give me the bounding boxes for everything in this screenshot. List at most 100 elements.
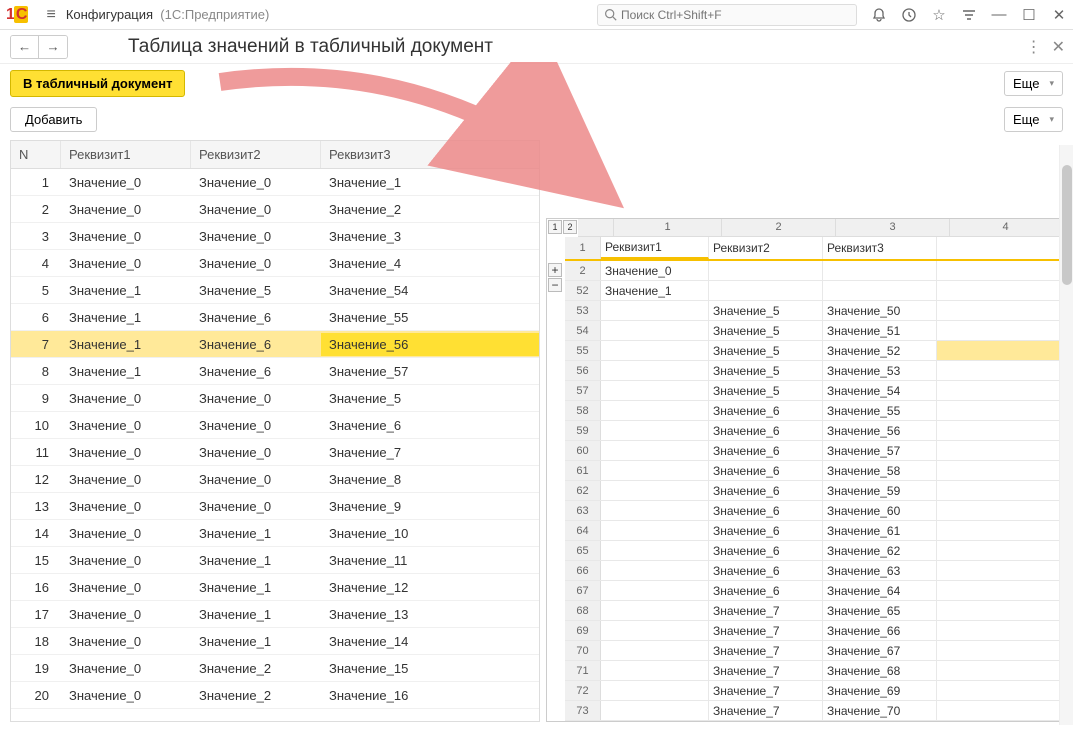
outline-level-1[interactable]: 1 [548, 220, 562, 234]
row-num[interactable]: 67 [565, 581, 601, 600]
cell[interactable]: Значение_68 [823, 661, 937, 680]
row-num[interactable]: 72 [565, 681, 601, 700]
nav-forward-button[interactable]: → [39, 36, 67, 58]
cell[interactable] [937, 361, 1062, 380]
star-icon[interactable]: ☆ [931, 7, 947, 23]
spreadsheet-row[interactable]: 61Значение_6Значение_58 [565, 461, 1062, 481]
table-row[interactable]: 1Значение_0Значение_0Значение_1 [11, 169, 539, 196]
table-row[interactable]: 3Значение_0Значение_0Значение_3 [11, 223, 539, 250]
collapse-icon[interactable]: − [548, 278, 562, 292]
more-button-1[interactable]: Еще [1004, 71, 1063, 96]
cell[interactable]: Значение_7 [709, 701, 823, 720]
vertical-scrollbar[interactable] [1059, 145, 1073, 725]
spreadsheet-row[interactable]: 64Значение_6Значение_61 [565, 521, 1062, 541]
spreadsheet-row[interactable]: 62Значение_6Значение_59 [565, 481, 1062, 501]
cell[interactable] [601, 601, 709, 620]
col-r1[interactable]: Реквизит1 [61, 141, 191, 168]
cell[interactable] [601, 361, 709, 380]
row-num[interactable]: 71 [565, 661, 601, 680]
cell[interactable] [937, 321, 1062, 340]
cell[interactable] [937, 237, 1062, 259]
row-num[interactable]: 54 [565, 321, 601, 340]
cell[interactable]: Значение_56 [823, 421, 937, 440]
col-head-2[interactable]: 2 [722, 219, 836, 237]
spreadsheet-row[interactable]: 67Значение_6Значение_64 [565, 581, 1062, 601]
close-page-icon[interactable]: ✕ [1052, 37, 1065, 57]
cell[interactable] [937, 661, 1062, 680]
spreadsheet-row[interactable]: 57Значение_5Значение_54 [565, 381, 1062, 401]
cell[interactable]: Значение_53 [823, 361, 937, 380]
cell[interactable] [937, 561, 1062, 580]
cell[interactable] [601, 541, 709, 560]
cell[interactable]: Значение_6 [709, 501, 823, 520]
row-num[interactable]: 58 [565, 401, 601, 420]
cell[interactable] [937, 461, 1062, 480]
table-row[interactable]: 19Значение_0Значение_2Значение_15 [11, 655, 539, 682]
minimize-icon[interactable]: — [991, 7, 1007, 23]
nav-back-button[interactable]: ← [11, 36, 39, 58]
spreadsheet-row[interactable]: 72 Значение_7Значение_69 [565, 681, 1062, 701]
cell[interactable]: Значение_70 [823, 701, 937, 720]
col-head-3[interactable]: 3 [836, 219, 950, 237]
cell[interactable] [601, 661, 709, 680]
cell[interactable] [601, 561, 709, 580]
cell[interactable] [601, 481, 709, 500]
cell[interactable]: Реквизит2 [709, 237, 823, 259]
cell[interactable] [937, 641, 1062, 660]
cell[interactable] [601, 681, 709, 700]
bell-icon[interactable] [871, 7, 887, 23]
cell[interactable]: Значение_7 [709, 681, 823, 700]
cell[interactable] [601, 701, 709, 720]
row-num[interactable]: 55 [565, 341, 601, 360]
cell[interactable]: Значение_65 [823, 601, 937, 620]
row-num[interactable]: 70 [565, 641, 601, 660]
cell[interactable] [823, 281, 937, 300]
table-row[interactable]: 4Значение_0Значение_0Значение_4 [11, 250, 539, 277]
table-row[interactable]: 17Значение_0Значение_1Значение_13 [11, 601, 539, 628]
row-num[interactable]: 53 [565, 301, 601, 320]
cell[interactable] [601, 461, 709, 480]
kebab-icon[interactable]: ⋮ [1026, 37, 1042, 57]
table-row[interactable]: 18Значение_0Значение_1Значение_14 [11, 628, 539, 655]
search-box[interactable] [597, 4, 857, 26]
cell[interactable]: Значение_50 [823, 301, 937, 320]
close-window-icon[interactable]: ✕ [1051, 7, 1067, 23]
spreadsheet-row[interactable]: 60Значение_6Значение_57 [565, 441, 1062, 461]
table-row[interactable]: 14Значение_0Значение_1Значение_10 [11, 520, 539, 547]
cell[interactable] [937, 381, 1062, 400]
cell[interactable] [601, 421, 709, 440]
table-row[interactable]: 6Значение_1Значение_6Значение_55 [11, 304, 539, 331]
spreadsheet-row[interactable]: 59Значение_6Значение_56 [565, 421, 1062, 441]
spreadsheet-row[interactable]: 58Значение_6Значение_55 [565, 401, 1062, 421]
spreadsheet-row[interactable]: 55Значение_5Значение_52 [565, 341, 1062, 361]
table-row[interactable]: 5Значение_1Значение_5Значение_54 [11, 277, 539, 304]
cell[interactable]: Значение_51 [823, 321, 937, 340]
cell[interactable] [601, 341, 709, 360]
cell[interactable] [601, 521, 709, 540]
cell[interactable]: Реквизит1 [601, 237, 709, 259]
spreadsheet-row[interactable]: 56Значение_5Значение_53 [565, 361, 1062, 381]
spreadsheet-header-row[interactable]: 1Реквизит1Реквизит2Реквизит3 [565, 237, 1062, 261]
row-num[interactable]: 68 [565, 601, 601, 620]
cell[interactable]: Реквизит3 [823, 237, 937, 259]
row-num[interactable]: 59 [565, 421, 601, 440]
table-row[interactable]: 2Значение_0Значение_0Значение_2 [11, 196, 539, 223]
cell[interactable] [601, 621, 709, 640]
cell[interactable] [937, 701, 1062, 720]
table-row[interactable]: 13Значение_0Значение_0Значение_9 [11, 493, 539, 520]
spreadsheet-row[interactable]: 68Значение_7Значение_65 [565, 601, 1062, 621]
cell[interactable]: Значение_69 [823, 681, 937, 700]
col-r2[interactable]: Реквизит2 [191, 141, 321, 168]
row-num[interactable]: 52 [565, 281, 601, 300]
spreadsheet-row[interactable]: 63Значение_6Значение_60 [565, 501, 1062, 521]
col-head-1[interactable]: 1 [614, 219, 722, 237]
cell[interactable]: Значение_5 [709, 381, 823, 400]
cell[interactable] [601, 301, 709, 320]
cell[interactable] [937, 261, 1062, 280]
cell[interactable]: Значение_59 [823, 481, 937, 500]
cell[interactable]: Значение_1 [601, 281, 709, 300]
row-num[interactable]: 69 [565, 621, 601, 640]
cell[interactable] [601, 321, 709, 340]
spreadsheet-row[interactable]: 2Значение_0 [565, 261, 1062, 281]
cell[interactable] [937, 601, 1062, 620]
